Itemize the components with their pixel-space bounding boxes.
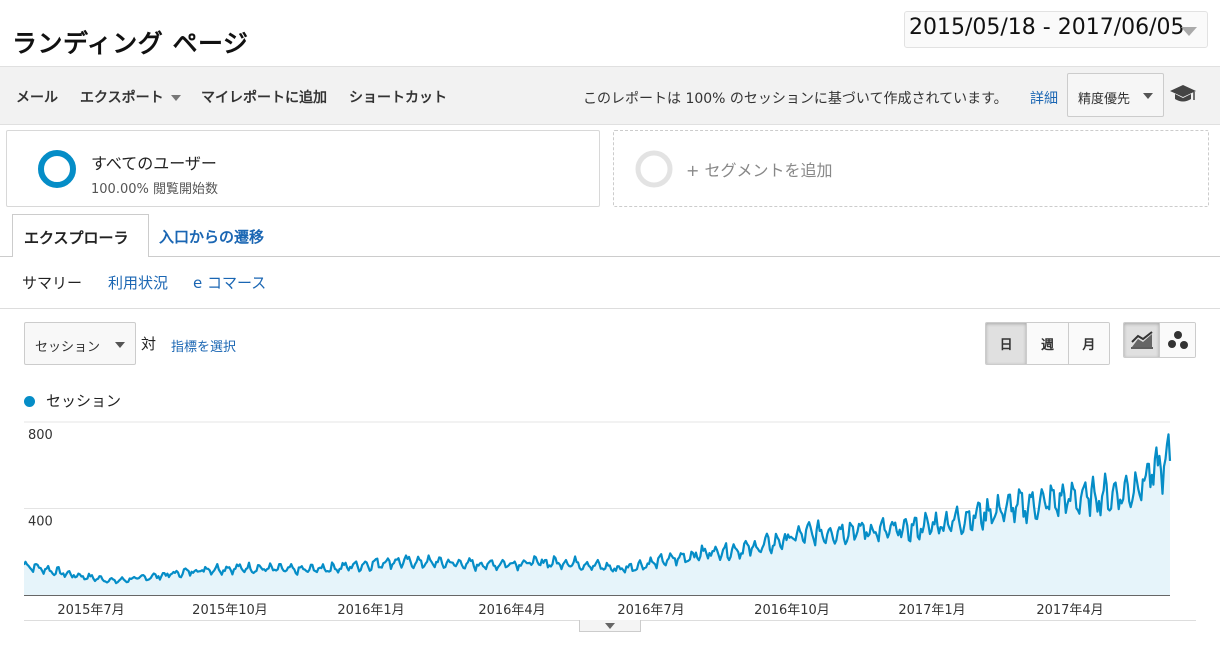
choose-metric-link[interactable]: 指標を選択 [171, 336, 236, 355]
segment-stat: 100.00% 閲覧開始数 [91, 182, 218, 197]
segment-all-users[interactable]: すべてのユーザー 100.00% 閲覧開始数 [6, 130, 600, 207]
x-tick-label: 2017年4月 [1036, 603, 1103, 618]
segment-name: すべてのユーザー [91, 154, 217, 173]
subtab-ecommerce[interactable]: e コマース [193, 272, 266, 293]
x-tick-label: 2015年10月 [192, 603, 268, 618]
x-tick-label: 2017年1月 [898, 603, 965, 618]
bubble-chart-icon [1167, 331, 1188, 349]
x-tick-label: 2015年7月 [57, 603, 124, 618]
x-tick-label: 2016年7月 [617, 603, 684, 618]
subtab-usage[interactable]: 利用状況 [108, 272, 168, 293]
add-segment-label: + セグメントを追加 [686, 161, 833, 180]
motion-chart-button[interactable] [1159, 323, 1195, 357]
caret-down-icon [170, 95, 181, 101]
email-button[interactable]: メール [16, 87, 58, 107]
line-chart-icon [1130, 331, 1153, 349]
legend-series-name: セッション [46, 392, 122, 410]
x-tick-label: 2016年1月 [337, 603, 404, 618]
period-day-button[interactable]: 日 [986, 323, 1027, 364]
chart-legend: セッション [24, 390, 121, 411]
date-range-picker[interactable]: 2015/05/18 - 2017/06/05 [904, 11, 1208, 48]
precision-label: 精度優先 [1078, 92, 1131, 107]
precision-dropdown[interactable]: 精度優先 [1067, 73, 1164, 117]
tab-explorer[interactable]: エクスプローラ [12, 214, 149, 257]
date-range-text: 2015/05/18 - 2017/06/05 [909, 15, 1185, 40]
shortcut-button[interactable]: ショートカット [349, 87, 447, 107]
tabs-divider [0, 256, 1220, 257]
report-toolbar: メール エクスポート マイレポートに追加 ショートカット このレポートは 100… [0, 66, 1220, 125]
subtab-summary[interactable]: サマリー [22, 272, 82, 293]
export-button[interactable]: エクスポート [80, 87, 181, 107]
series-dot-icon [24, 396, 35, 407]
y-tick-label: 800 [28, 428, 53, 443]
x-tick-label: 2016年10月 [754, 603, 830, 618]
export-label: エクスポート [80, 90, 164, 106]
graduation-cap-icon[interactable] [1169, 83, 1197, 105]
sessions-chart: 800 400 2015年7月 2015年10月 2016年1月 2016年4月 2016年… [24, 421, 1172, 618]
chevron-down-icon [1181, 27, 1197, 36]
caret-down-icon [1143, 93, 1153, 99]
caret-down-icon [605, 623, 615, 629]
period-month-button[interactable]: 月 [1067, 323, 1109, 364]
chart-type-toggle [1123, 322, 1196, 358]
period-week-button[interactable]: 週 [1026, 323, 1068, 364]
line-chart-button[interactable] [1124, 323, 1159, 357]
add-to-dashboard-button[interactable]: マイレポートに追加 [201, 87, 327, 107]
y-tick-label: 400 [28, 515, 53, 530]
tab-landing-flow[interactable]: 入口からの遷移 [159, 226, 264, 247]
empty-segment-ring-icon [635, 150, 673, 188]
detail-link[interactable]: 詳細 [1030, 88, 1058, 108]
x-tick-label: 2016年4月 [478, 603, 545, 618]
add-segment-button[interactable]: + セグメントを追加 [613, 130, 1209, 207]
tab-explorer-label: エクスプローラ [24, 229, 129, 247]
page-title: ランディング ページ [12, 29, 249, 58]
chart-expand-toggle[interactable] [579, 620, 641, 632]
subtabs-divider [0, 308, 1220, 309]
segment-ring-icon [38, 150, 76, 188]
period-toggle: 日 週 月 [985, 322, 1110, 365]
sampling-note: このレポートは 100% のセッションに基づいて作成されています。 [583, 91, 1008, 107]
metric-dropdown[interactable]: セッション [24, 322, 136, 365]
metric-label: セッション [35, 340, 101, 355]
caret-down-icon [115, 342, 125, 348]
vs-label: 対 [141, 335, 157, 353]
